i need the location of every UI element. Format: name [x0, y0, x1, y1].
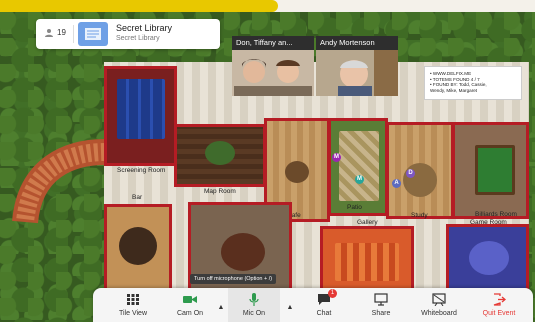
video-tile[interactable]: Andy Mortenson [316, 36, 398, 96]
avatar-marker[interactable]: M [332, 153, 341, 162]
screening-seats [117, 79, 165, 139]
share-button[interactable]: Share [355, 288, 407, 322]
lounge-rug [221, 233, 265, 271]
study[interactable] [386, 122, 454, 219]
room-label-patio: Patio [347, 204, 362, 211]
study-rug [403, 163, 437, 197]
chat-unread-badge: 1 [328, 289, 337, 298]
quit-event-label: Quit Event [482, 310, 516, 317]
game-table [469, 241, 509, 275]
participant-count: 19 [57, 28, 66, 37]
cafe-table [285, 161, 309, 183]
cam-on-button[interactable]: Cam On [165, 288, 215, 322]
room-label-bar: Bar [132, 194, 143, 201]
space-title: Secret Library [116, 23, 173, 33]
room-label-billiards: Billiards Room [475, 211, 517, 218]
notice-board[interactable]: • WWW.DELFIX.ME • TOTEMS FOUND 4 / 7 • F… [424, 66, 522, 100]
screening-room[interactable] [104, 66, 177, 166]
screen-share-icon [374, 293, 388, 306]
room-label-game: Game Room [470, 219, 507, 226]
room-label-map: Map Room [204, 188, 236, 195]
bar-counter [119, 227, 157, 265]
progress-bar [0, 0, 279, 12]
space-header[interactable]: 19 Secret Library Secret Library [36, 19, 220, 49]
space-subtitle: Secret Library [116, 35, 160, 42]
brick-path [12, 139, 106, 224]
avatar-marker[interactable]: D [406, 169, 415, 178]
bar[interactable] [104, 204, 172, 300]
exit-door-icon [493, 293, 506, 306]
grid-icon [127, 294, 139, 305]
video-tile-name: Andy Mortenson [320, 38, 375, 47]
mic-tooltip: Turn off microphone (Option + /) [190, 274, 277, 284]
mic-on-label: Mic On [242, 310, 266, 317]
avatar-marker[interactable]: A [392, 179, 401, 188]
whiteboard-label: Whiteboard [421, 310, 457, 317]
patio-tiles [339, 131, 379, 201]
camera-icon [183, 296, 197, 303]
bottom-toolbar: Tile View Cam On ▲ Mic On ▲ Chat 1 Share… [93, 288, 533, 322]
header-divider [73, 25, 74, 43]
chat-label: Chat [316, 310, 332, 317]
video-tile[interactable]: Don, Tiffany an... [232, 36, 314, 96]
avatar-marker[interactable]: M [355, 175, 364, 184]
notice-line: Wendy, Mike, Margaret [430, 87, 478, 93]
room-label-gallery: Gallery [357, 219, 378, 226]
patio[interactable] [328, 118, 388, 216]
tile-view-button[interactable]: Tile View [103, 288, 163, 322]
whiteboard-button[interactable]: Whiteboard [411, 288, 467, 322]
gallery-rug [335, 243, 399, 281]
mic-on-button[interactable]: Mic On [228, 288, 280, 322]
map-table [205, 141, 235, 165]
tile-view-label: Tile View [118, 310, 147, 317]
room-label-study: Study [411, 212, 428, 219]
mic-options-chevron-icon[interactable]: ▲ [286, 304, 294, 312]
billiards-table [475, 145, 515, 195]
top-bar [0, 0, 535, 12]
microphone-icon [249, 293, 259, 306]
room-label-screening: Screening Room [117, 167, 166, 174]
cam-on-label: Cam On [176, 310, 204, 317]
space-viewport: Screening Room Map Room Cafe Patio Study… [0, 0, 535, 322]
share-label: Share [371, 310, 391, 317]
quit-event-button[interactable]: Quit Event [471, 288, 527, 322]
video-tile-name: Don, Tiffany an... [236, 38, 293, 47]
cam-options-chevron-icon[interactable]: ▲ [217, 304, 225, 312]
chat-button[interactable]: Chat 1 [300, 288, 348, 322]
billiards-room[interactable] [452, 122, 529, 219]
space-thumbnail-icon [85, 28, 101, 40]
map-room[interactable] [174, 124, 266, 187]
whiteboard-icon [432, 293, 446, 306]
participants-icon [45, 29, 53, 37]
space-thumbnail [78, 22, 108, 46]
